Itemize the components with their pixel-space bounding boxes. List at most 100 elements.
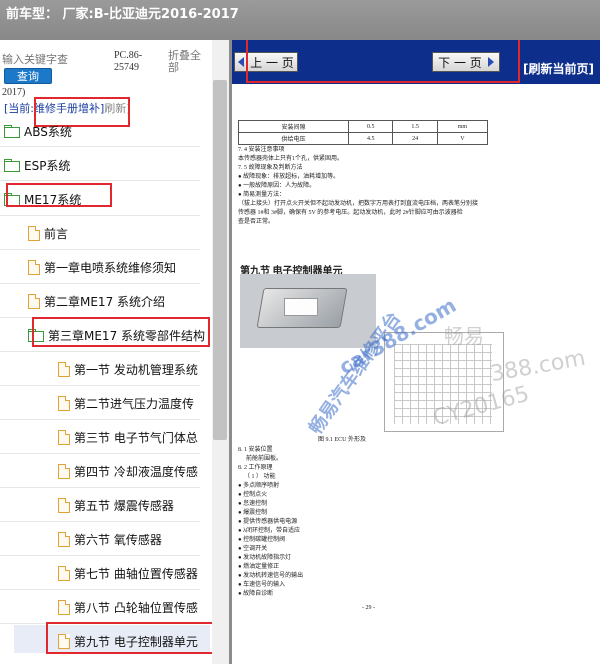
next-page-button[interactable]: 下 一 页 <box>432 52 500 72</box>
tree-item-section-5[interactable]: 第五节 爆震传感器 <box>58 495 174 515</box>
doc-line: 7. 4 安装注意事项 <box>238 147 285 153</box>
tree-item-label: 第六节 氧传感器 <box>74 532 162 547</box>
doc-line: 传感器 1#和 3#脚，确保有 5V 的参考电压。起动发动机，此时 2#针脚应可… <box>238 210 463 216</box>
table-row: 安装间隙 0.5 1.5 mm <box>238 120 489 133</box>
tree-item-chapter-1[interactable]: 第一章电喷系统维修须知 <box>28 257 176 277</box>
prev-page-button[interactable]: 上 一 页 <box>234 52 298 72</box>
tree-item-label: ESP系统 <box>24 158 71 173</box>
refresh-page-button[interactable]: [刷新当前页] <box>523 60 594 77</box>
tree-item-section-1[interactable]: 第一节 发动机管理系统 <box>58 359 198 379</box>
tree-item-chapter-2[interactable]: 第二章ME17 系统介绍 <box>28 291 165 311</box>
tree-item-label: 第二章ME17 系统介绍 <box>44 294 166 309</box>
page-icon <box>58 633 70 649</box>
scrollbar-thumb[interactable] <box>213 80 227 440</box>
doc-subline: ● 爆震控制 <box>238 510 268 516</box>
ecu-label-sticker <box>284 298 318 316</box>
tree-item-section-2[interactable]: 第二节进气压力温度传 <box>58 393 194 413</box>
doc-subline: 8. 2 工作原理 <box>238 465 273 471</box>
doc-subline: （ 1 ） 功能 <box>244 474 276 480</box>
doc-line: ● 一般故障原因：人为故障。 <box>238 183 316 189</box>
folder-icon <box>4 125 20 138</box>
app-title-bar: 前车型： 厂家:B-比亚迪元2016-2017 <box>0 0 600 40</box>
collapse-all-button[interactable]: 折叠全部 <box>168 50 210 74</box>
next-page-label: 下 一 页 <box>438 55 482 70</box>
table-row: 供给电压 4.5 24 V <box>238 132 489 145</box>
arrow-right-icon <box>487 57 494 67</box>
doc-subline: ● 提供传感器供电电源 <box>238 519 298 525</box>
folder-icon <box>4 159 20 172</box>
divider <box>0 249 200 250</box>
tree-item-label: 第八节 凸轮轴位置传感 <box>74 600 198 615</box>
page-icon <box>58 361 70 377</box>
tree-item-label: 前言 <box>44 226 69 241</box>
divider <box>0 215 200 216</box>
tree-item-chapter-3[interactable]: 第三章ME17 系统零部件结构 <box>28 325 205 345</box>
doc-line: ● 故障现象：排放超标，油耗增加等。 <box>238 174 340 180</box>
left-pane: PC.86-25749 折叠全部 查询 2017) [当前:维修手册增补]刷新]… <box>0 40 229 664</box>
tree-item-label: ABS系统 <box>24 124 72 139</box>
table-cell: 安装间隙 <box>238 120 349 133</box>
page-icon <box>58 531 70 547</box>
divider <box>0 453 200 454</box>
tree-item-label: 第七节 曲轴位置传感器 <box>74 566 198 581</box>
divider <box>0 351 200 352</box>
app-title: 前车型： 厂家:B-比亚迪元2016-2017 <box>6 7 239 22</box>
page-number: - 29 - <box>362 605 375 611</box>
doc-line: （拔上接头）打开点火开关但不起动发动机，把数字万用表打到直流电压档，两表笔分别接 <box>238 201 479 207</box>
divider <box>0 146 200 147</box>
folder-open-icon <box>4 193 20 206</box>
tree-item-label: 第五节 爆震传感器 <box>74 498 174 513</box>
doc-subline: ● 怠速控制 <box>238 501 268 507</box>
tree-item-section-3[interactable]: 第三节 电子节气门体总 <box>58 427 198 447</box>
figure-caption: 图 9.1 ECU 外形及 <box>318 437 367 443</box>
current-book-link[interactable]: 维修手册增补 <box>34 102 100 115</box>
tree-item-me17[interactable]: ME17系统 <box>4 189 81 209</box>
table-cell: 0.5 <box>347 120 394 133</box>
doc-subline: ● 发动机转速信号的输出 <box>238 573 304 579</box>
spec-table: 安装间隙 0.5 1.5 mm 供给电压 4.5 24 V <box>238 120 489 145</box>
table-cell: 供给电压 <box>238 132 349 145</box>
tree-item-label: 第一章电喷系统维修须知 <box>44 260 177 275</box>
watermark-gray-brand: 畅易 <box>444 324 484 348</box>
tree-item-abs[interactable]: ABS系统 <box>4 121 72 141</box>
page-icon <box>58 463 70 479</box>
tree-item-preface[interactable]: 前言 <box>28 223 68 243</box>
prev-page-label: 上 一 页 <box>250 55 294 70</box>
tree-item-section-7[interactable]: 第七节 曲轴位置传感器 <box>58 563 198 583</box>
tree-item-label: 第九节 电子控制器单元 <box>74 634 198 649</box>
model-code: PC.86-25749 <box>114 50 143 73</box>
doc-subline: ● 车速信号的输入 <box>238 582 286 588</box>
tree-item-label: 第二节进气压力温度传 <box>74 396 195 411</box>
doc-line: 7. 5 故障现象及判断方法 <box>238 165 303 171</box>
search-input[interactable] <box>2 48 110 70</box>
page-icon <box>58 497 70 513</box>
tree-item-section-6[interactable]: 第六节 氧传感器 <box>58 529 162 549</box>
doc-subline: ● λ闭环控制，带自适应 <box>238 528 301 534</box>
doc-subline: ● 燃油定量修正 <box>238 564 280 570</box>
tree-item-section-8[interactable]: 第八节 凸轮轴位置传感 <box>58 597 198 617</box>
divider <box>0 283 200 284</box>
tree-item-section-4[interactable]: 第四节 冷却液温度传感 <box>58 461 198 481</box>
document-page: 安装间隙 0.5 1.5 mm 供给电压 4.5 24 V 7. 4 安装注意事… <box>232 84 600 664</box>
query-button[interactable]: 查询 <box>4 68 52 84</box>
divider <box>0 623 200 624</box>
refresh-link[interactable]: 刷新] <box>104 102 130 115</box>
tree-item-label: 第三节 电子节气门体总 <box>74 430 198 445</box>
tree-item-label: 第三章ME17 系统零部件结构 <box>48 328 206 343</box>
divider <box>0 317 200 318</box>
divider <box>0 180 200 181</box>
table-cell: 4.5 <box>347 132 394 145</box>
divider <box>0 419 200 420</box>
page-icon <box>28 293 40 309</box>
tree-item-section-9[interactable]: 第九节 电子控制器单元 <box>58 631 198 651</box>
doc-subline: ● 控制点火 <box>238 492 268 498</box>
doc-line: 查是否正常。 <box>238 219 275 225</box>
divider <box>0 589 200 590</box>
doc-subline: 前舱前围板。 <box>246 456 283 462</box>
doc-subline: ● 控制碳罐控制阀 <box>238 537 286 543</box>
table-cell: V <box>436 132 489 145</box>
page-icon <box>58 429 70 445</box>
page-icon <box>58 599 70 615</box>
page-icon <box>28 259 40 275</box>
tree-item-esp[interactable]: ESP系统 <box>4 155 70 175</box>
